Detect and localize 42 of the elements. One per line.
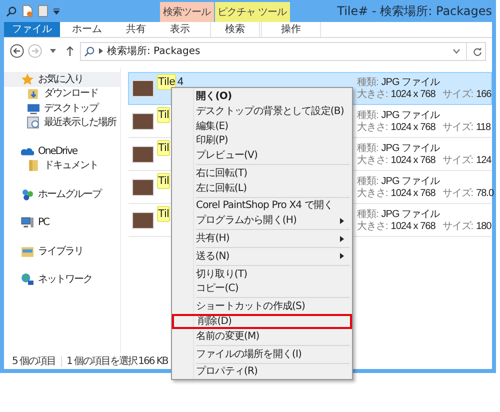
file-name: 4 bbox=[176, 75, 184, 90]
type-label: 種類: bbox=[357, 208, 378, 220]
dimensions-label: 大きさ: bbox=[357, 220, 388, 232]
search-match-highlight: Til bbox=[157, 173, 170, 189]
file-size: 180 bbox=[476, 220, 492, 232]
size-label: サイズ: bbox=[442, 220, 474, 232]
search-match-highlight: Til bbox=[157, 206, 170, 222]
dimensions: 1024 x 768 bbox=[390, 122, 436, 134]
address-path: 検索場所: Packages bbox=[107, 44, 202, 58]
file-type: JPG ファイル bbox=[381, 142, 440, 154]
type-label: 種類: bbox=[357, 142, 378, 154]
size-label: サイズ: bbox=[442, 154, 474, 166]
item-count: 5 個の項目 bbox=[12, 354, 56, 368]
type-label: 種類: bbox=[357, 110, 378, 122]
dimensions: 1024 x 768 bbox=[390, 154, 436, 166]
type-label: 種類: bbox=[357, 176, 378, 188]
dimensions: 1024 x 768 bbox=[390, 188, 436, 200]
search-match-highlight: Tile bbox=[157, 74, 176, 90]
dimensions-label: 大きさ: bbox=[357, 188, 388, 200]
size-label: サイズ: bbox=[442, 122, 474, 134]
dimensions-label: 大きさ: bbox=[357, 154, 388, 166]
selection-count: 1 個の項目を選択 bbox=[66, 354, 138, 368]
context-tab-header: ピクチャ ツール bbox=[214, 2, 290, 22]
search-match-highlight: Til bbox=[157, 107, 170, 123]
file-size: 124 bbox=[476, 154, 492, 166]
dimensions: 1024 x 768 bbox=[390, 88, 436, 100]
file-size: 118 bbox=[476, 122, 491, 134]
file-size: 166 bbox=[476, 88, 492, 100]
window-title: Tile# - 検索場所: Packages bbox=[337, 3, 493, 20]
file-type: JPG ファイル bbox=[381, 176, 440, 188]
search-match-highlight: Til bbox=[157, 140, 170, 156]
file-type: JPG ファイル bbox=[381, 208, 440, 220]
file-type: JPG ファイル bbox=[381, 110, 440, 122]
size-label: サイズ: bbox=[442, 88, 474, 100]
dimensions-label: 大きさ: bbox=[357, 122, 388, 134]
selection-size: 166 KB bbox=[138, 354, 168, 368]
dimensions-label: 大きさ: bbox=[357, 88, 388, 100]
context-tab-header: 検索ツール bbox=[160, 2, 214, 22]
type-label: 種類: bbox=[357, 76, 378, 88]
file-type: JPG ファイル bbox=[381, 76, 440, 88]
size-label: サイズ: bbox=[442, 188, 474, 200]
dimensions: 1024 x 768 bbox=[390, 220, 436, 232]
